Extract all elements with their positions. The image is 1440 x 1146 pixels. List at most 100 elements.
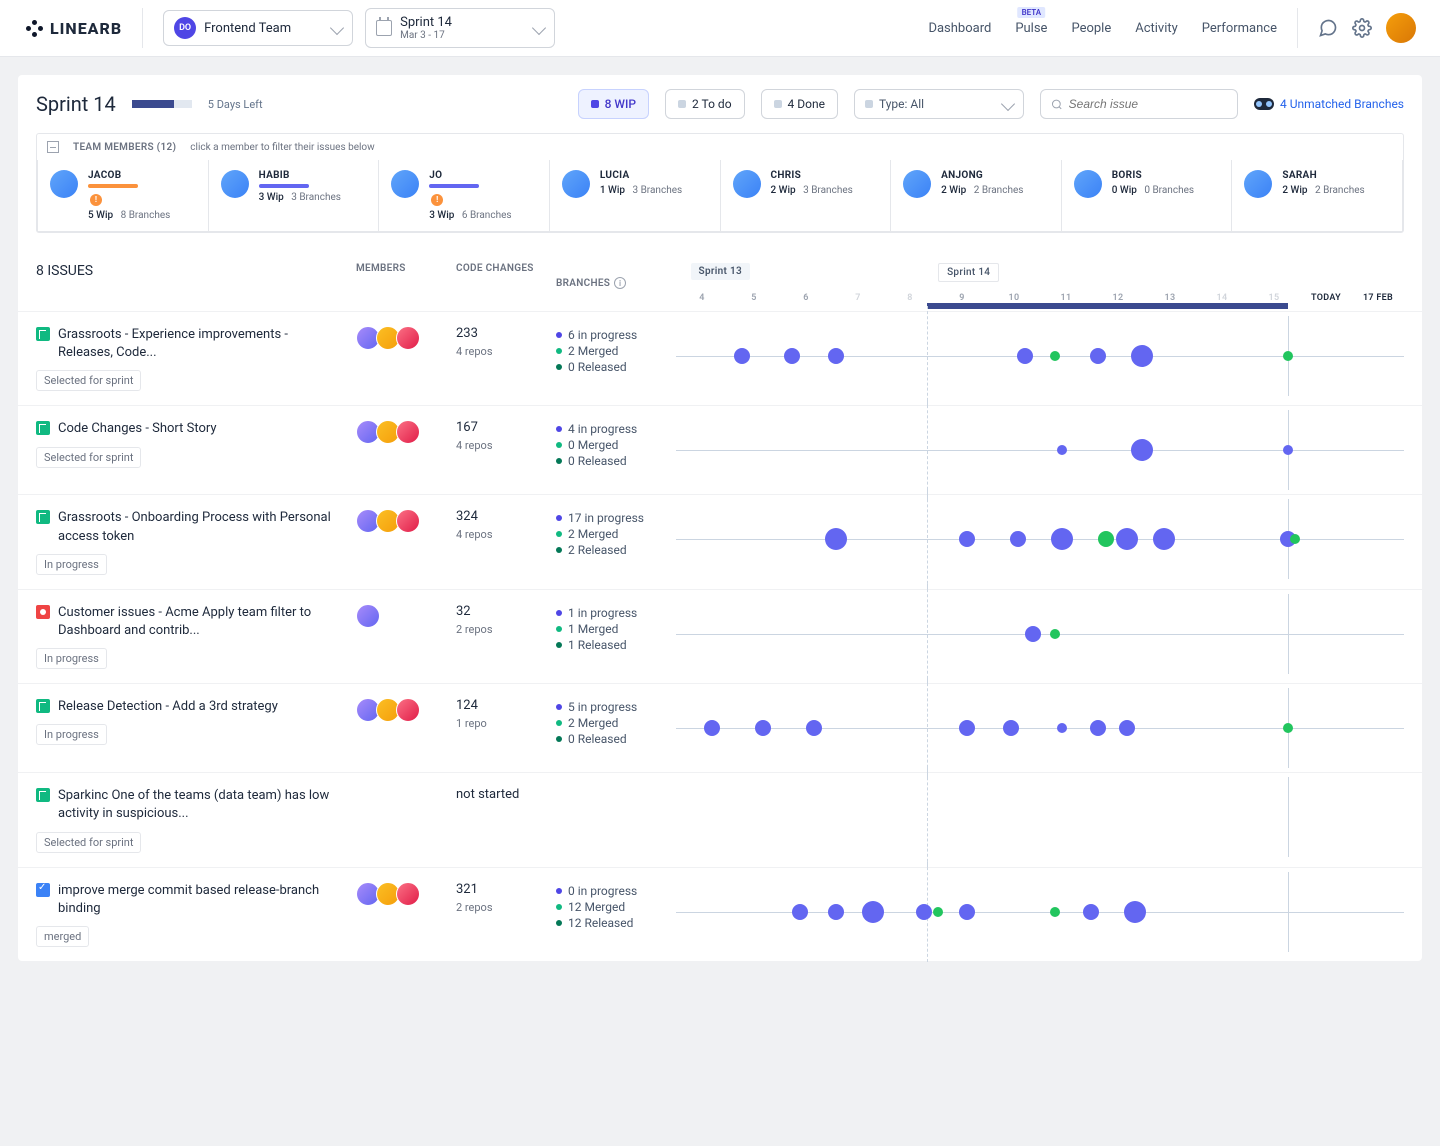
avatar-stack	[356, 698, 420, 722]
timeline-bubble[interactable]	[862, 901, 884, 923]
divider	[142, 8, 143, 48]
member-avatar	[1244, 170, 1272, 198]
timeline-bubble[interactable]	[1025, 626, 1041, 642]
timeline-bubble[interactable]	[1057, 723, 1067, 733]
timeline-bubble[interactable]	[784, 348, 800, 364]
sprint-picker[interactable]: Sprint 14 Mar 3 - 17	[365, 8, 555, 48]
type-select[interactable]: Type: All	[854, 89, 1024, 119]
timeline-bubble[interactable]	[1057, 445, 1067, 455]
member-card[interactable]: HABIB 3 Wip 3 Branches	[209, 160, 380, 232]
chevron-down-icon	[330, 21, 344, 35]
nav-performance[interactable]: Performance	[1202, 21, 1277, 36]
issue-row[interactable]: Code Changes - Short Story Selected for …	[18, 405, 1422, 494]
issue-row[interactable]: Release Detection - Add a 3rd strategy I…	[18, 683, 1422, 772]
team-picker[interactable]: DO Frontend Team	[163, 10, 353, 46]
member-card[interactable]: LUCIA 1 Wip 3 Branches	[550, 160, 721, 232]
timeline-bubble[interactable]	[1083, 904, 1099, 920]
timeline-bubble[interactable]	[1017, 348, 1033, 364]
timeline-bubble[interactable]	[1283, 723, 1293, 733]
timeline-bubble[interactable]	[1098, 531, 1114, 547]
timeline-bubble[interactable]	[792, 904, 808, 920]
timeline-bubble[interactable]	[1090, 348, 1106, 364]
info-icon[interactable]: i	[614, 277, 626, 289]
user-avatar[interactable]	[1386, 13, 1416, 43]
timeline-bubble[interactable]	[1283, 445, 1293, 455]
member-avatar	[562, 170, 590, 198]
filter-done[interactable]: 4 Done	[761, 89, 838, 119]
days-left: 5 Days Left	[208, 98, 263, 111]
issue-row[interactable]: Customer issues - Acme Apply team filter…	[18, 589, 1422, 683]
timeline-bubble[interactable]	[1124, 901, 1146, 923]
timeline-bubble[interactable]	[1010, 531, 1026, 547]
timeline-bubble[interactable]	[704, 720, 720, 736]
story-icon	[36, 421, 50, 435]
member-card[interactable]: JO ! 3 Wip 6 Branches	[379, 160, 550, 232]
issue-row[interactable]: Sparkinc One of the teams (data team) ha…	[18, 772, 1422, 866]
member-card[interactable]: CHRIS 2 Wip 3 Branches	[721, 160, 892, 232]
timeline-bubble[interactable]	[959, 720, 975, 736]
collapse-icon[interactable]	[47, 141, 59, 153]
member-name: HABIB	[259, 170, 341, 181]
member-name: CHRIS	[771, 170, 853, 181]
timeline-bubble[interactable]	[828, 348, 844, 364]
timeline-bubble[interactable]	[1290, 534, 1300, 544]
timeline-bubble[interactable]	[1116, 528, 1138, 550]
timeline-bubble[interactable]	[1050, 629, 1060, 639]
filter-wip[interactable]: 8 WIP	[578, 89, 649, 119]
today-marker	[1288, 872, 1289, 952]
member-card[interactable]: ANJONG 2 Wip 2 Branches	[891, 160, 1062, 232]
timeline-bubble[interactable]	[933, 907, 943, 917]
today-marker	[1288, 777, 1289, 857]
timeline-bubble[interactable]	[1050, 907, 1060, 917]
alert-icon: !	[90, 194, 102, 206]
repo-count: 2 repos	[456, 623, 556, 636]
issue-timeline	[676, 604, 1404, 664]
contributor-avatar	[396, 882, 420, 906]
member-avatar	[903, 170, 931, 198]
issue-row[interactable]: improve merge commit based release-branc…	[18, 867, 1422, 961]
timeline-bubble[interactable]	[1131, 345, 1153, 367]
nav-activity[interactable]: Activity	[1135, 21, 1178, 36]
date-tick: 7	[832, 293, 884, 303]
issue-row[interactable]: Grassroots - Onboarding Process with Per…	[18, 494, 1422, 588]
member-card[interactable]: JACOB ! 5 Wip 8 Branches	[37, 160, 209, 232]
issue-row[interactable]: Grassroots - Experience improvements - R…	[18, 311, 1422, 405]
search-field[interactable]	[1069, 97, 1227, 111]
sprint-dates: Mar 3 - 17	[400, 30, 452, 41]
col-changes: CODE CHANGES	[456, 263, 556, 303]
logo[interactable]: LINEARB	[24, 18, 122, 38]
chat-icon[interactable]	[1318, 18, 1338, 38]
status-tag: Selected for sprint	[36, 447, 141, 468]
nav-people[interactable]: People	[1071, 21, 1111, 36]
date-tick: 10	[988, 293, 1040, 303]
branch-stats: 4 in progress0 Merged0 Released	[556, 420, 676, 470]
timeline-bubble[interactable]	[1153, 528, 1175, 550]
timeline-bubble[interactable]	[1003, 720, 1019, 736]
timeline-bubble[interactable]	[1090, 720, 1106, 736]
timeline-bubble[interactable]	[1119, 720, 1135, 736]
unmatched-branches-link[interactable]: 4 Unmatched Branches	[1254, 97, 1404, 111]
sprint-prev-tag: Sprint 13	[691, 263, 750, 280]
timeline-bubble[interactable]	[734, 348, 750, 364]
timeline-bubble[interactable]	[1131, 439, 1153, 461]
code-changes: 233	[456, 326, 556, 341]
issue-title: Code Changes - Short Story	[58, 420, 217, 438]
member-card[interactable]: BORIS 0 Wip 0 Branches	[1062, 160, 1233, 232]
timeline-bubble[interactable]	[1051, 528, 1073, 550]
code-changes: 32	[456, 604, 556, 619]
search-input[interactable]	[1040, 89, 1238, 119]
timeline-bubble[interactable]	[1050, 351, 1060, 361]
timeline-bubble[interactable]	[916, 904, 932, 920]
timeline-bubble[interactable]	[755, 720, 771, 736]
timeline-bubble[interactable]	[806, 720, 822, 736]
timeline-bubble[interactable]	[959, 904, 975, 920]
timeline-bubble[interactable]	[825, 528, 847, 550]
filter-todo[interactable]: 2 To do	[665, 89, 745, 119]
timeline-bubble[interactable]	[959, 531, 975, 547]
member-card[interactable]: SARAH 2 Wip 2 Branches	[1232, 160, 1403, 232]
timeline-bubble[interactable]	[828, 904, 844, 920]
gear-icon[interactable]	[1352, 18, 1372, 38]
nav-dashboard[interactable]: Dashboard	[928, 21, 991, 36]
timeline-bubble[interactable]	[1283, 351, 1293, 361]
nav-pulse[interactable]: BETAPulse	[1015, 21, 1047, 36]
